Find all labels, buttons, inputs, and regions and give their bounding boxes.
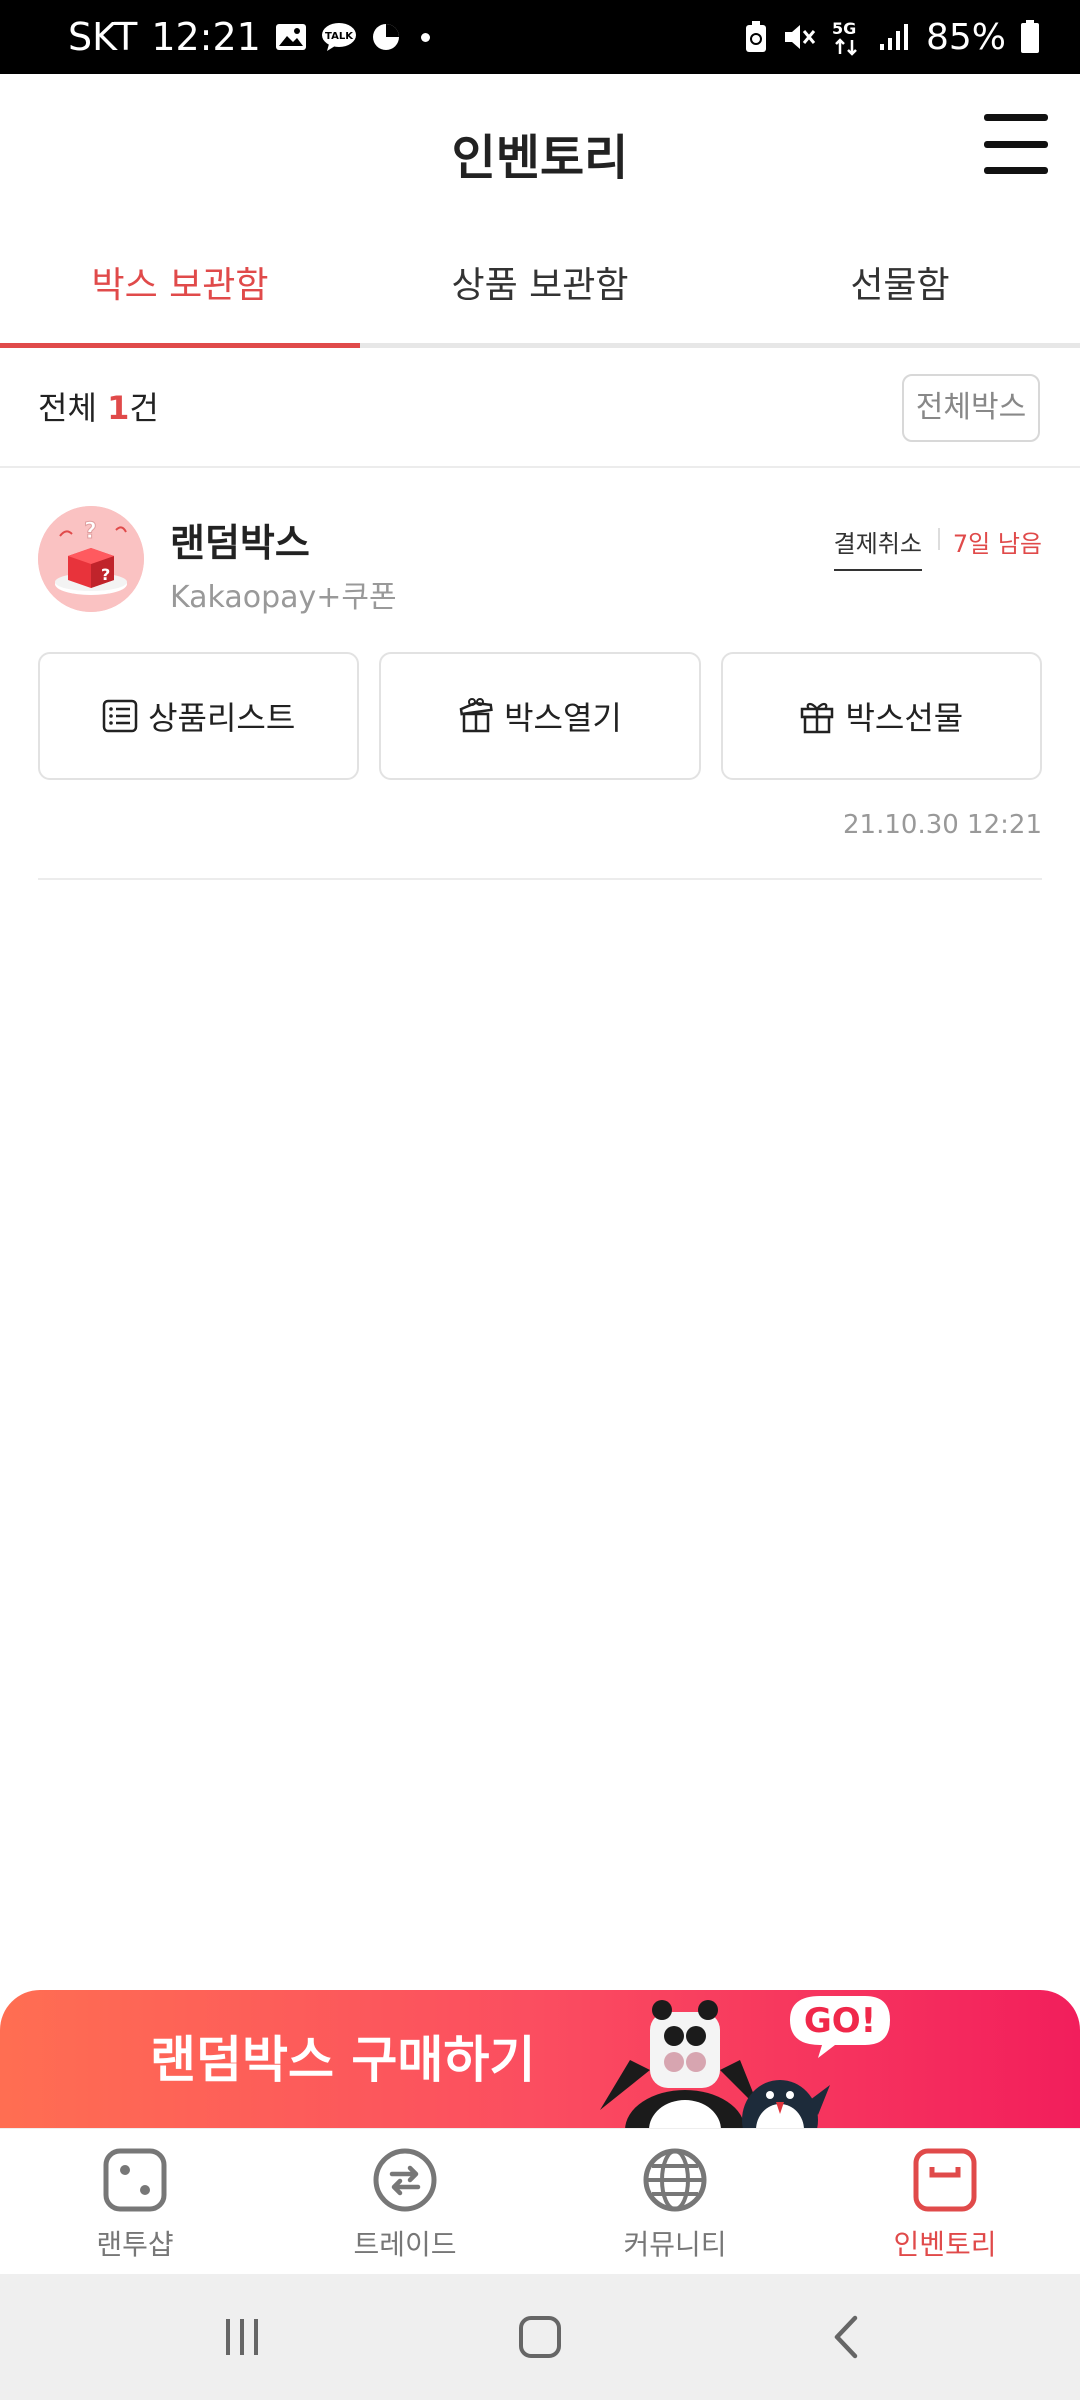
- nav-item-trade[interactable]: 트레이드: [270, 2129, 540, 2274]
- promo-text: 랜덤박스 구매하기: [150, 2031, 536, 2089]
- total-count-prefix: 전체: [38, 389, 108, 427]
- gift-icon: [799, 698, 835, 734]
- nav-item-shop[interactable]: 랜투샵: [0, 2129, 270, 2274]
- bottom-navigation: 랜투샵 트레이드 커뮤니티 인벤토리: [0, 2128, 1080, 2274]
- nav-label-inventory: 인벤토리: [893, 2228, 997, 2261]
- total-count-number: 1: [107, 389, 130, 427]
- svg-text:TALK: TALK: [325, 31, 354, 42]
- globe-icon: [642, 2147, 708, 2217]
- status-left: SKT 12:21 TALK: [68, 0, 430, 74]
- recent-apps-icon: [226, 2319, 258, 2355]
- svg-text:5G: 5G: [832, 19, 856, 38]
- home-icon: [519, 2316, 561, 2358]
- gift-box-label: 박스선물: [845, 699, 964, 737]
- gift-box-button[interactable]: 박스선물: [720, 652, 1042, 780]
- system-navigation-bar: [0, 2274, 1080, 2400]
- carrier-label: SKT: [68, 15, 138, 59]
- home-button[interactable]: [505, 2302, 575, 2372]
- mute-icon: [782, 21, 816, 53]
- all-box-filter-button[interactable]: 전체박스: [902, 374, 1040, 442]
- inventory-box-icon: [912, 2147, 978, 2217]
- exchange-icon: [372, 2147, 438, 2217]
- total-count: 전체 1건: [38, 348, 159, 468]
- open-box-icon: [458, 698, 494, 734]
- signal-icon: [878, 22, 912, 52]
- status-right: 5G 85%: [744, 0, 1040, 74]
- inventory-tabs: 박스 보관함 상품 보관함 선물함: [0, 224, 1080, 348]
- nav-label-trade: 트레이드: [353, 2228, 457, 2261]
- status-bar: SKT 12:21 TALK 5G 85%: [0, 0, 1080, 74]
- nav-item-community[interactable]: 커뮤니티: [540, 2129, 810, 2274]
- divider: [938, 528, 940, 550]
- item-actions: 상품리스트 박스열기 박스선물: [38, 652, 1042, 780]
- battery-saver-icon: [744, 21, 768, 53]
- hamburger-menu-button[interactable]: [984, 112, 1048, 176]
- app-header: 인벤토리: [0, 74, 1080, 224]
- 5g-icon: 5G: [830, 18, 864, 56]
- nav-label-shop: 랜투샵: [96, 2228, 174, 2261]
- recent-apps-button[interactable]: [207, 2302, 277, 2372]
- tab-gift-box[interactable]: 선물함: [720, 224, 1080, 343]
- item-name: 랜덤박스: [170, 521, 310, 565]
- cancel-payment-link[interactable]: 결제취소: [833, 524, 922, 571]
- nav-item-inventory[interactable]: 인벤토리: [810, 2129, 1080, 2274]
- battery-percent: 85%: [925, 16, 1006, 58]
- item-date: 21.10.30 12:21: [843, 810, 1042, 840]
- open-box-label: 박스열기: [504, 699, 622, 737]
- gallery-icon: [275, 23, 307, 51]
- open-box-button[interactable]: 박스열기: [379, 652, 701, 780]
- nav-label-community: 커뮤니티: [623, 2228, 727, 2261]
- kakaotalk-icon: TALK: [321, 22, 357, 52]
- box-list-item: ? ? 랜덤박스 Kakaopay+쿠폰 결제취소 7일 남음 상품리스트 박스…: [38, 470, 1042, 880]
- pie-icon: [371, 22, 401, 52]
- page-title: 인벤토리: [451, 130, 629, 186]
- menu-icon-bar: [984, 167, 1048, 174]
- item-subtitle: Kakaopay+쿠폰: [170, 580, 397, 615]
- list-icon: [102, 699, 138, 733]
- buy-random-box-banner[interactable]: 랜덤박스 구매하기 GO!: [0, 1990, 1080, 2130]
- tab-product-storage[interactable]: 상품 보관함: [360, 224, 720, 343]
- product-list-button[interactable]: 상품리스트: [38, 652, 360, 780]
- random-box-thumbnail: ? ?: [38, 506, 144, 612]
- menu-icon-bar: [984, 114, 1048, 121]
- back-button[interactable]: [812, 2302, 882, 2372]
- tab-box-storage[interactable]: 박스 보관함: [0, 224, 360, 348]
- go-badge-text: GO!: [804, 2001, 876, 2041]
- promo-mascot-illustration: GO!: [590, 1990, 930, 2130]
- svg-text:?: ?: [84, 519, 97, 544]
- more-notifications-dot: [420, 32, 430, 42]
- total-count-suffix: 건: [129, 389, 159, 427]
- menu-icon-bar: [984, 140, 1048, 148]
- clock: 12:21: [151, 15, 261, 59]
- svg-text:?: ?: [101, 565, 110, 584]
- summary-row: 전체 1건 전체박스: [0, 348, 1080, 468]
- product-list-label: 상품리스트: [148, 699, 296, 737]
- days-left-label: 7일 남음: [952, 530, 1042, 558]
- battery-icon: [1020, 20, 1040, 54]
- dice-icon: [102, 2147, 168, 2217]
- back-icon: [834, 2315, 858, 2359]
